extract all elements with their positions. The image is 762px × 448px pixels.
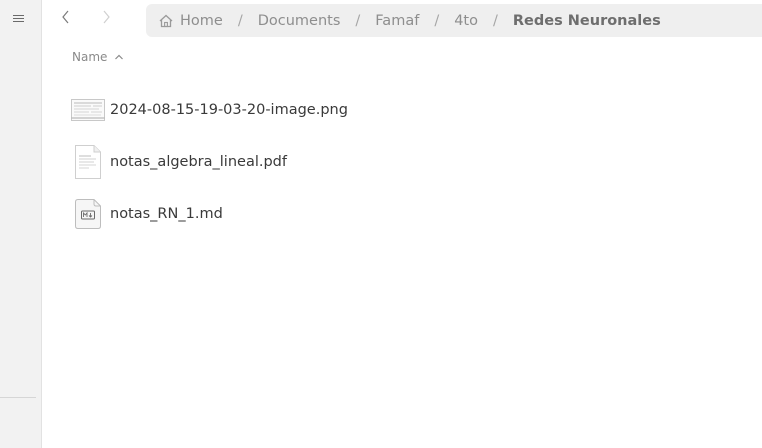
crumb-4to[interactable]: 4to bbox=[454, 13, 478, 29]
sidebar-divider bbox=[0, 397, 36, 398]
path-separator: / bbox=[493, 12, 498, 29]
back-button[interactable] bbox=[56, 9, 76, 31]
file-list: 2024-08-15-19-03-20-image.png notas_alge… bbox=[60, 84, 750, 240]
crumb-label: Home bbox=[180, 12, 223, 29]
file-row[interactable]: notas_RN_1.md bbox=[60, 188, 750, 240]
pdf-document-icon bbox=[70, 144, 106, 180]
pathbar: Home / Documents / Famaf / 4to / Redes N… bbox=[146, 4, 762, 37]
image-thumbnail-icon bbox=[70, 92, 106, 128]
chevron-left-icon bbox=[62, 10, 69, 24]
file-row[interactable]: 2024-08-15-19-03-20-image.png bbox=[60, 84, 750, 136]
hamburger-menu-icon[interactable] bbox=[12, 13, 26, 27]
file-name: notas_RN_1.md bbox=[110, 206, 223, 222]
column-header-name[interactable]: Name bbox=[72, 48, 124, 66]
crumb-documents[interactable]: Documents bbox=[258, 13, 341, 29]
chevron-right-icon bbox=[103, 10, 110, 24]
markdown-file-icon bbox=[70, 196, 106, 232]
file-name: 2024-08-15-19-03-20-image.png bbox=[110, 102, 348, 118]
toolbar: Home / Documents / Famaf / 4to / Redes N… bbox=[42, 0, 762, 40]
path-separator: / bbox=[355, 12, 361, 29]
path-separator: / bbox=[434, 12, 440, 29]
column-header-label: Name bbox=[72, 50, 108, 64]
forward-button[interactable] bbox=[96, 9, 116, 31]
file-row[interactable]: notas_algebra_lineal.pdf bbox=[60, 136, 750, 188]
crumb-redes-neuronales[interactable]: Redes Neuronales bbox=[513, 13, 661, 29]
chevron-up-icon bbox=[115, 54, 124, 60]
home-icon bbox=[159, 14, 173, 27]
sidebar bbox=[0, 0, 42, 448]
crumb-famaf[interactable]: Famaf bbox=[375, 13, 419, 29]
path-separator: / bbox=[237, 12, 243, 29]
crumb-home[interactable]: Home bbox=[158, 13, 223, 29]
file-name: notas_algebra_lineal.pdf bbox=[110, 154, 287, 170]
